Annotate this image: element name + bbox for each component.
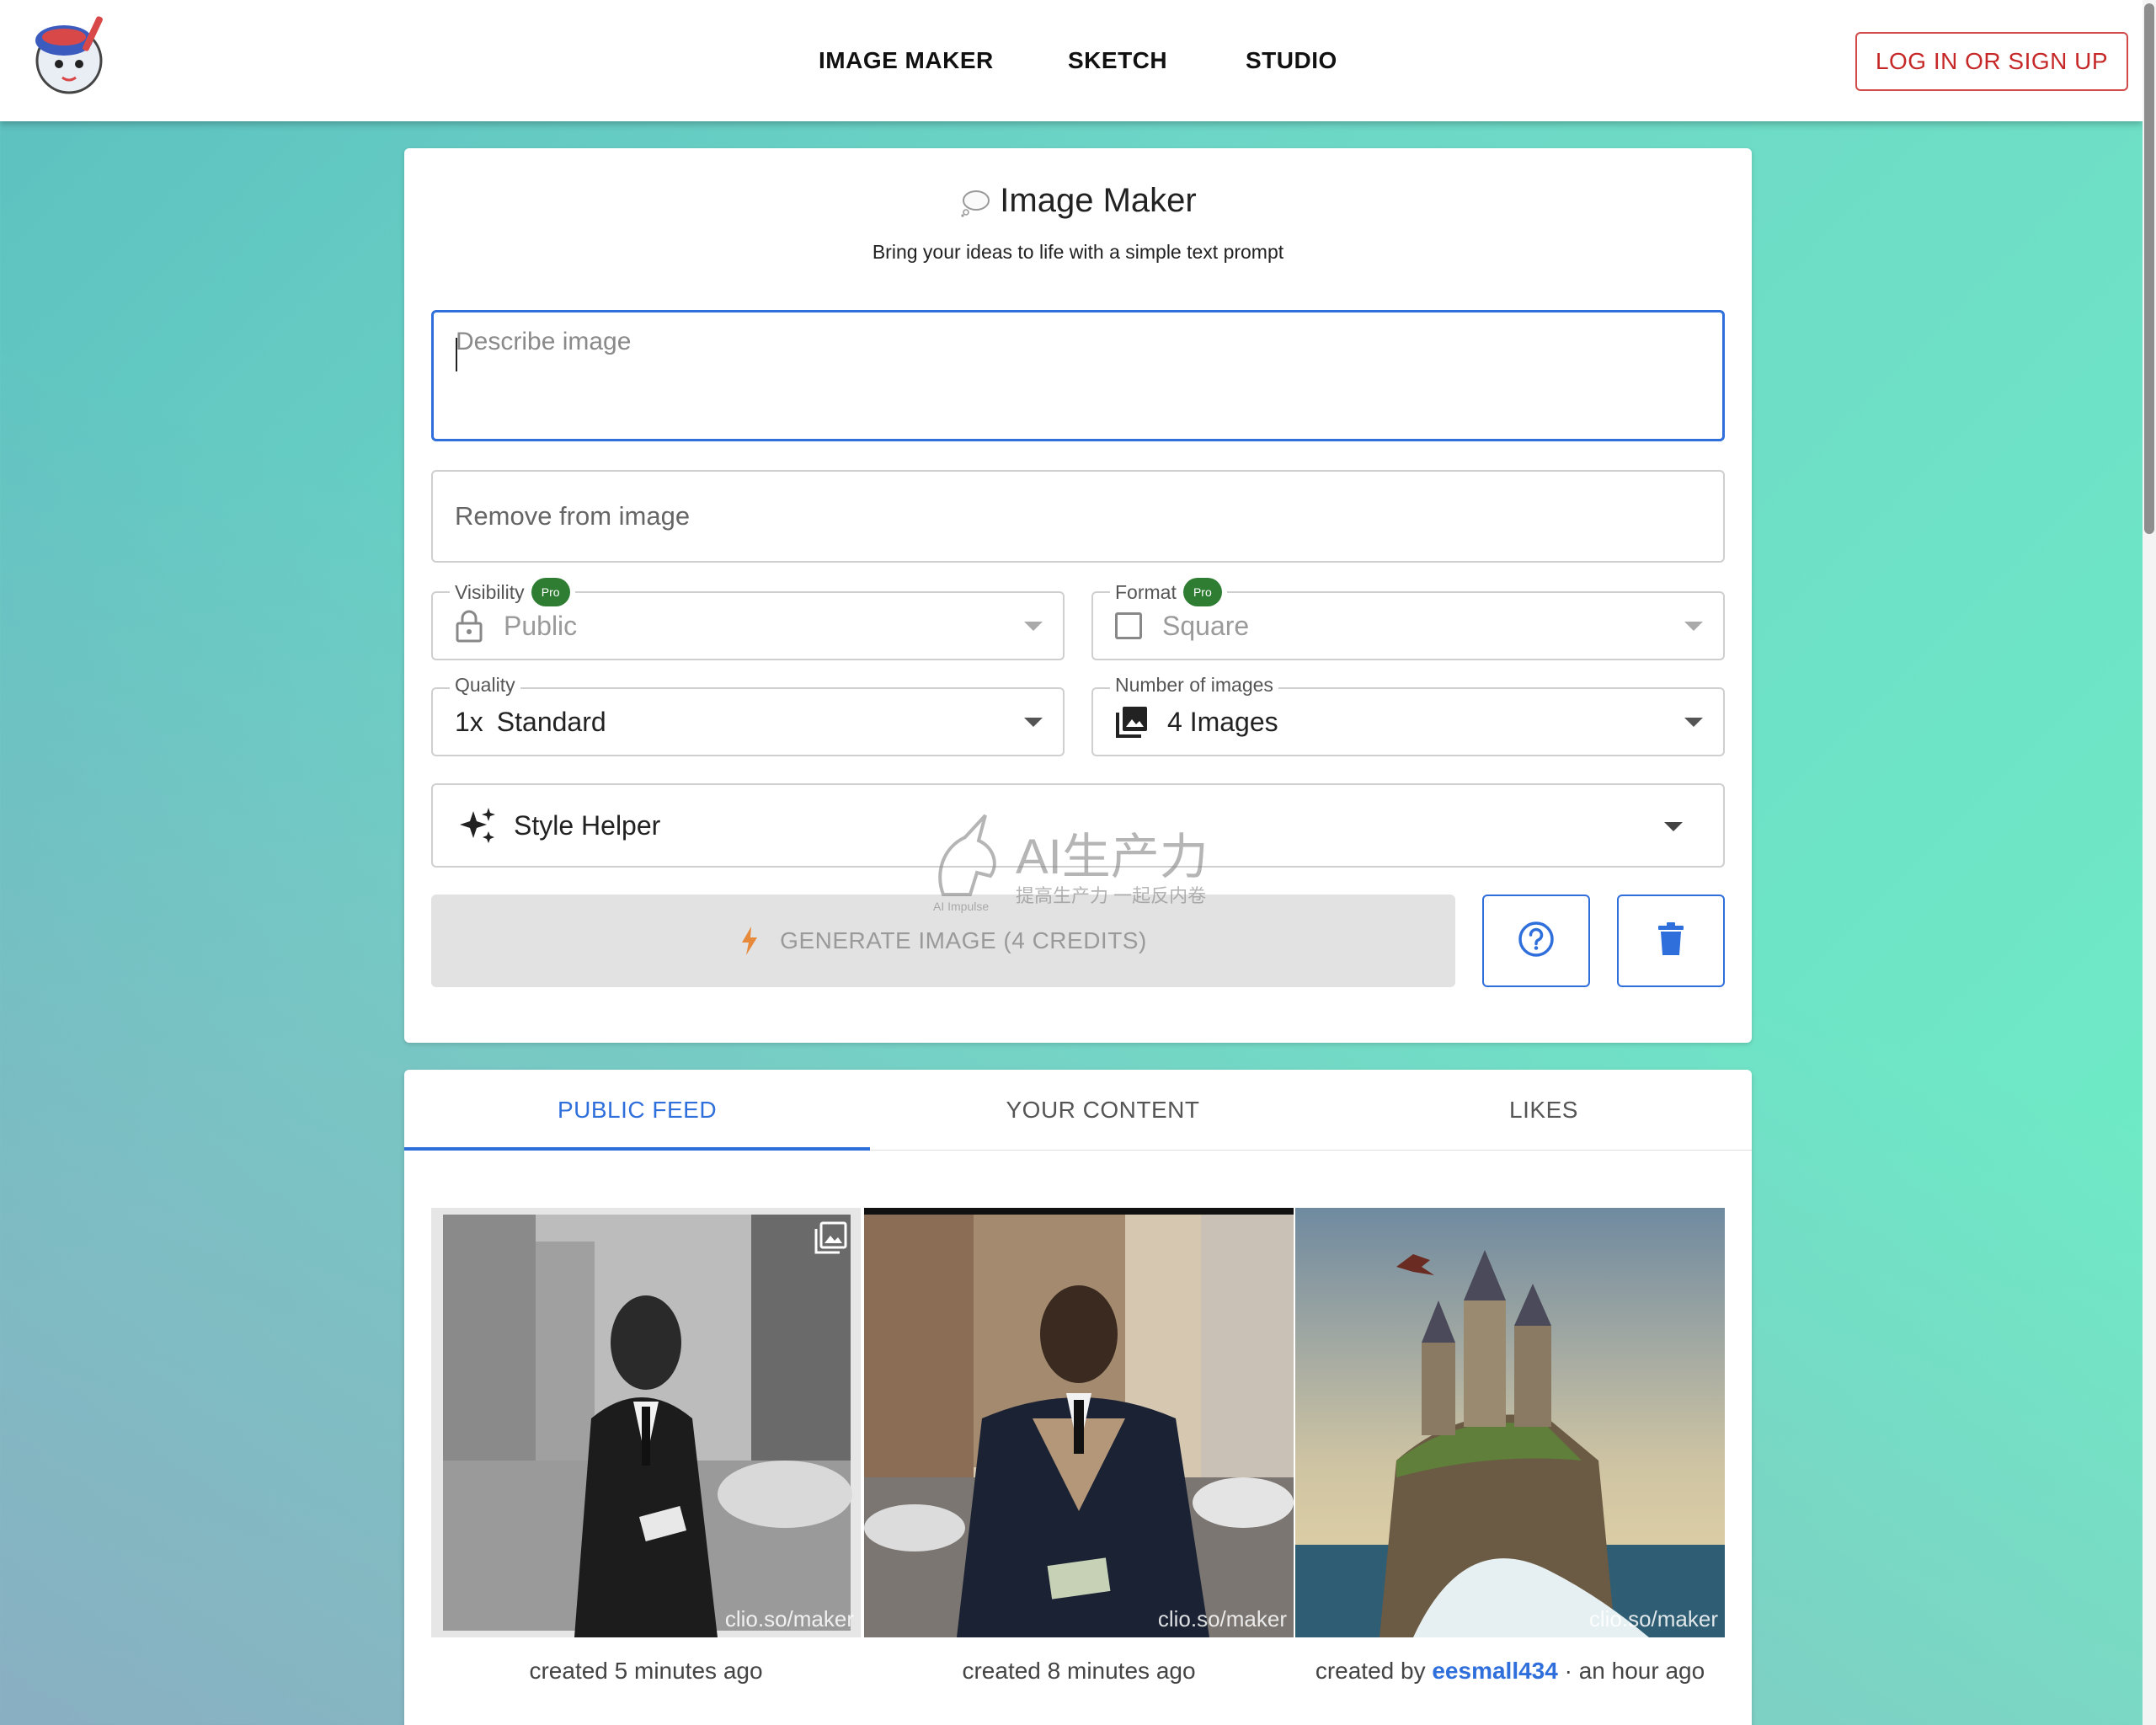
remove-from-image-input[interactable]: Remove from image bbox=[431, 470, 1725, 563]
caption-prefix: created by bbox=[1315, 1658, 1433, 1684]
chevron-down-icon bbox=[1664, 822, 1683, 831]
login-signup-button[interactable]: LOG IN OR SIGN UP bbox=[1855, 32, 2128, 91]
tab-public-feed[interactable]: PUBLIC FEED bbox=[404, 1070, 870, 1151]
square-icon bbox=[1115, 612, 1142, 639]
image-watermark: clio.so/maker bbox=[1157, 1606, 1287, 1632]
watermark-overlay: AI生产力 提高生产力 一起反内卷 AI Impulse bbox=[918, 814, 1238, 915]
feed-caption-2: created 8 minutes ago bbox=[962, 1658, 1196, 1684]
chevron-down-icon bbox=[1684, 718, 1703, 727]
feed-image-2[interactable]: clio.so/maker bbox=[864, 1208, 1294, 1637]
scrollbar-thumb[interactable] bbox=[2144, 3, 2154, 534]
unicorn-logo-icon bbox=[926, 814, 1007, 902]
feed-image-1[interactable]: clio.so/maker bbox=[431, 1208, 861, 1637]
feed-caption-3: created by eesmall434 · an hour ago bbox=[1295, 1658, 1725, 1685]
page-subtitle: Bring your ideas to life with a simple t… bbox=[872, 241, 1284, 263]
visibility-select[interactable]: Visibility Pro Public bbox=[431, 578, 1065, 660]
number-of-images-value-text: 4 Images bbox=[1167, 706, 1278, 737]
multi-image-icon bbox=[814, 1221, 847, 1259]
creator-link[interactable]: eesmall434 bbox=[1432, 1658, 1557, 1684]
watermark-subtitle: 提高生产力 一起反内卷 bbox=[1016, 885, 1207, 906]
describe-image-placeholder: Describe image bbox=[456, 328, 632, 355]
lightning-icon bbox=[739, 926, 760, 956]
number-of-images-select[interactable]: Number of images 4 Images bbox=[1091, 674, 1725, 756]
chevron-down-icon bbox=[1024, 622, 1043, 631]
visibility-value: Public bbox=[455, 593, 577, 659]
trash-icon bbox=[1657, 921, 1684, 960]
format-select[interactable]: Format Pro Square bbox=[1091, 578, 1725, 660]
format-value-text: Square bbox=[1162, 610, 1250, 641]
feed-image-3[interactable]: clio.so/maker bbox=[1295, 1208, 1725, 1637]
style-helper-label: Style Helper bbox=[514, 809, 661, 841]
chevron-down-icon bbox=[1024, 718, 1043, 727]
style-helper-value: Style Helper bbox=[458, 785, 660, 866]
nav-sketch[interactable]: SKETCH bbox=[1068, 47, 1167, 74]
image-watermark: clio.so/maker bbox=[724, 1606, 854, 1632]
chevron-down-icon bbox=[1684, 622, 1703, 631]
nav-image-maker[interactable]: IMAGE MAKER bbox=[819, 47, 994, 74]
text-caret bbox=[456, 338, 457, 371]
thought-bubble-icon bbox=[959, 188, 991, 218]
image-watermark: clio.so/maker bbox=[1588, 1606, 1718, 1632]
tab-your-content[interactable]: YOUR CONTENT bbox=[870, 1070, 1336, 1151]
watermark-title: AI生产力 bbox=[1016, 830, 1209, 884]
delete-button[interactable] bbox=[1617, 895, 1725, 987]
page-scrollbar[interactable] bbox=[2143, 0, 2156, 1725]
feed-caption-1: created 5 minutes ago bbox=[529, 1658, 763, 1684]
nav-studio[interactable]: STUDIO bbox=[1246, 47, 1337, 74]
tab-likes[interactable]: LIKES bbox=[1336, 1070, 1752, 1151]
quality-value: 1x Standard bbox=[455, 689, 606, 755]
quality-select[interactable]: Quality 1x Standard bbox=[431, 674, 1065, 756]
quality-multiplier: 1x bbox=[455, 706, 483, 737]
remove-from-image-placeholder: Remove from image bbox=[455, 501, 691, 531]
page-title: Image Maker bbox=[404, 182, 1752, 220]
lock-icon bbox=[455, 609, 483, 643]
images-icon bbox=[1115, 705, 1149, 739]
sparkles-icon bbox=[458, 806, 497, 845]
caption-suffix: · an hour ago bbox=[1557, 1658, 1705, 1684]
feed-card: PUBLIC FEED YOUR CONTENT LIKES clio.so/m… bbox=[404, 1070, 1752, 1725]
feed-tabs: PUBLIC FEED YOUR CONTENT LIKES bbox=[404, 1070, 1752, 1151]
format-value: Square bbox=[1115, 593, 1249, 659]
help-circle-icon bbox=[1518, 921, 1555, 962]
watermark-brand: AI Impulse bbox=[933, 900, 990, 913]
quality-value-text: Standard bbox=[496, 706, 606, 737]
help-button[interactable] bbox=[1482, 895, 1590, 987]
active-tab-indicator bbox=[404, 1147, 870, 1151]
number-of-images-value: 4 Images bbox=[1115, 689, 1278, 755]
generate-image-label: GENERATE IMAGE (4 CREDITS) bbox=[780, 927, 1147, 953]
top-header: IMAGE MAKER SKETCH STUDIO LOG IN OR SIGN… bbox=[0, 0, 2143, 121]
title-text: Image Maker bbox=[1000, 182, 1197, 219]
describe-image-input[interactable]: Describe image bbox=[431, 310, 1725, 441]
visibility-value-text: Public bbox=[504, 610, 578, 641]
main-nav: IMAGE MAKER SKETCH STUDIO bbox=[0, 0, 2143, 121]
